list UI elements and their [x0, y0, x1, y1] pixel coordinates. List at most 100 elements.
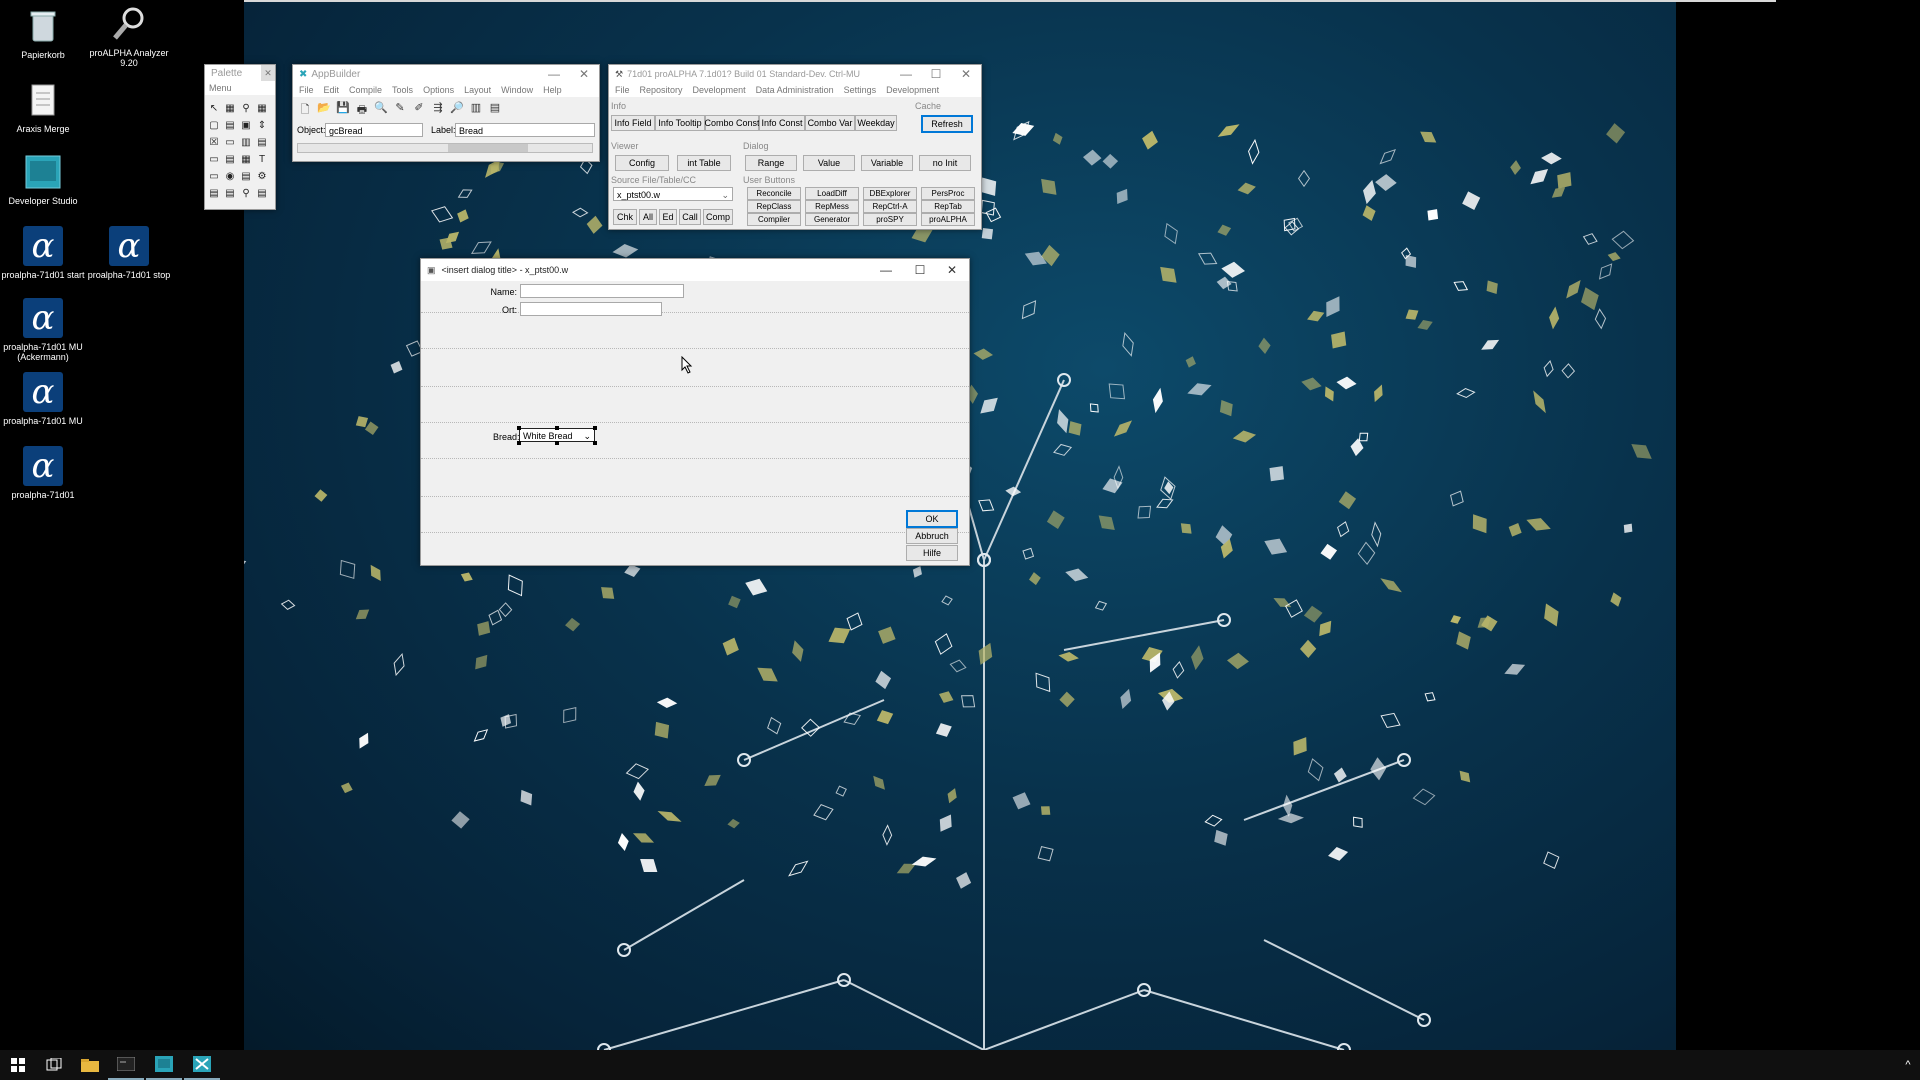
source-button-comp[interactable]: Comp	[703, 209, 733, 225]
user-button-loaddiff[interactable]: LoadDiff	[805, 187, 859, 200]
appbuilder-icon[interactable]	[184, 1050, 220, 1080]
close-icon[interactable]: ✕	[937, 259, 967, 281]
bread-combo[interactable]: White Bread ⌄	[519, 428, 595, 442]
scrollbar-thumb[interactable]	[448, 144, 528, 152]
user-button-reptab[interactable]: RepTab	[921, 200, 975, 213]
desktop-icon-proalpha-analyzer[interactable]: proALPHA Analyzer 9.20	[86, 4, 172, 68]
properties-icon[interactable]: ▤	[487, 101, 503, 117]
user-button-repmess[interactable]: RepMess	[805, 200, 859, 213]
selection-handle[interactable]	[593, 441, 597, 445]
info-button-combo-var[interactable]: Combo Var	[805, 115, 855, 131]
editor-icon[interactable]: ▥	[239, 135, 253, 149]
name-field[interactable]	[520, 284, 684, 298]
fillin-icon[interactable]: ▭	[223, 135, 237, 149]
zoom-icon[interactable]: 🔍	[373, 101, 389, 117]
terminal-icon[interactable]	[108, 1050, 144, 1080]
minimize-icon[interactable]: —	[539, 65, 569, 83]
info-button-info-const[interactable]: Info Const	[759, 115, 805, 131]
user-button-generator[interactable]: Generator	[805, 213, 859, 226]
print-icon[interactable]: 🖶	[354, 101, 370, 117]
close-icon[interactable]: ✕	[261, 65, 275, 81]
refresh-button[interactable]: Refresh	[921, 115, 973, 133]
source-button-call[interactable]: Call	[679, 209, 701, 225]
grid-icon[interactable]: ▥	[468, 101, 484, 117]
ocx-icon[interactable]: ⚙	[255, 169, 269, 183]
help-button[interactable]: Hilfe	[906, 545, 958, 561]
dialog-button-variable[interactable]: Variable	[861, 155, 913, 171]
info-button-info-tooltip[interactable]: Info Tooltip	[655, 115, 705, 131]
cancel-button[interactable]: Abbruch	[906, 528, 958, 544]
file-explorer-icon[interactable]	[72, 1050, 108, 1080]
viewer-button-int-table[interactable]: int Table	[677, 155, 731, 171]
user-button-proalpha[interactable]: proALPHA	[921, 213, 975, 226]
minimize-icon[interactable]: —	[871, 259, 901, 281]
desktop-icon-proalpha[interactable]: α proalpha-71d01	[0, 446, 86, 500]
menu-item-edit[interactable]: Edit	[324, 85, 340, 95]
selection-handle[interactable]	[555, 426, 559, 430]
info-button-combo-const[interactable]: Combo Const	[704, 115, 760, 131]
user-button-compiler[interactable]: Compiler	[747, 213, 801, 226]
misc-icon[interactable]: ▤	[255, 186, 269, 200]
dialog-button-value[interactable]: Value	[803, 155, 855, 171]
new-icon[interactable]: 🗋	[297, 101, 313, 117]
frame-icon[interactable]: ▢	[207, 118, 221, 132]
info-button-weekday[interactable]: Weekday	[855, 115, 897, 131]
pencil-icon[interactable]: ✐	[411, 101, 427, 117]
maximize-icon[interactable]: ☐	[921, 65, 951, 83]
system-tray-chevron-icon[interactable]: ^	[1896, 1050, 1920, 1080]
selection-handle[interactable]	[517, 426, 521, 430]
desktop-icon-recycle-bin[interactable]: Papierkorb	[0, 6, 86, 60]
user-button-persproc[interactable]: PersProc	[921, 187, 975, 200]
menu-item-help[interactable]: Help	[543, 85, 562, 95]
source-button-chk[interactable]: Chk	[613, 209, 637, 225]
source-button-ed[interactable]: Ed	[659, 209, 677, 225]
menu-item-layout[interactable]: Layout	[464, 85, 491, 95]
search-icon[interactable]: 🔎	[449, 101, 465, 117]
developer-studio-icon[interactable]	[146, 1050, 182, 1080]
list-icon[interactable]: ⇶	[430, 101, 446, 117]
close-icon[interactable]: ✕	[951, 65, 981, 83]
slider-icon[interactable]: ⇕	[255, 118, 269, 132]
menu-item-compile[interactable]: Compile	[349, 85, 382, 95]
image-icon[interactable]: ▣	[239, 118, 253, 132]
selection-handle[interactable]	[517, 441, 521, 445]
desktop-icon-proalpha-start[interactable]: α proalpha-71d01 start	[0, 226, 86, 280]
checkbox-icon[interactable]: ☒	[207, 135, 221, 149]
desktop-icon-proalpha-mu-ackermann[interactable]: α proalpha-71d01 MU (Ackermann)	[0, 298, 86, 362]
info-button-info-field[interactable]: Info Field	[611, 115, 655, 131]
close-icon[interactable]: ✕	[569, 65, 599, 83]
menu-item-tools[interactable]: Tools	[392, 85, 413, 95]
label-field[interactable]: Bread	[455, 123, 595, 137]
viewer-button-config[interactable]: Config	[615, 155, 669, 171]
search-icon[interactable]: ⚲	[239, 186, 253, 200]
minimize-icon[interactable]: —	[891, 65, 921, 83]
combo-icon[interactable]: ▤	[239, 169, 253, 183]
radio-icon[interactable]: ◉	[223, 169, 237, 183]
user-button-prospy[interactable]: proSPY	[863, 213, 917, 226]
menu-item-options[interactable]: Options	[423, 85, 454, 95]
source-file-combo[interactable]: x_ptst00.w ⌄	[613, 187, 733, 201]
dialog-icon[interactable]: ▦	[239, 152, 253, 166]
user-button-repctrl-a[interactable]: RepCtrl-A	[863, 200, 917, 213]
task-view-icon[interactable]	[36, 1050, 72, 1080]
dialog-button-range[interactable]: Range	[745, 155, 797, 171]
pointer-icon[interactable]: ↖	[207, 101, 221, 115]
desktop-icon-araxis-merge[interactable]: Araxis Merge	[0, 80, 86, 134]
button-icon[interactable]: ▭	[207, 169, 221, 183]
edit-icon[interactable]: ✎	[392, 101, 408, 117]
save-icon[interactable]: 💾	[335, 101, 351, 117]
dialog-button-no-init[interactable]: no Init	[919, 155, 971, 171]
user-button-dbexplorer[interactable]: DBExplorer	[863, 187, 917, 200]
desktop-icon-proalpha-mu[interactable]: α proalpha-71d01 MU	[0, 372, 86, 426]
maximize-icon[interactable]: ☐	[905, 259, 935, 281]
list-icon[interactable]: ▤	[255, 135, 269, 149]
desktop-icon-developer-studio[interactable]: Developer Studio	[0, 152, 86, 206]
menu-item-repository[interactable]: Repository	[640, 85, 683, 95]
menu-item-file[interactable]: File	[615, 85, 630, 95]
object-field[interactable]: gcBread	[325, 123, 423, 137]
grid-icon[interactable]: ▦	[255, 101, 269, 115]
user-button-repclass[interactable]: RepClass	[747, 200, 801, 213]
palette-menu[interactable]: Menu	[205, 81, 275, 95]
selection-handle[interactable]	[555, 441, 559, 445]
ort-field[interactable]	[520, 302, 662, 316]
